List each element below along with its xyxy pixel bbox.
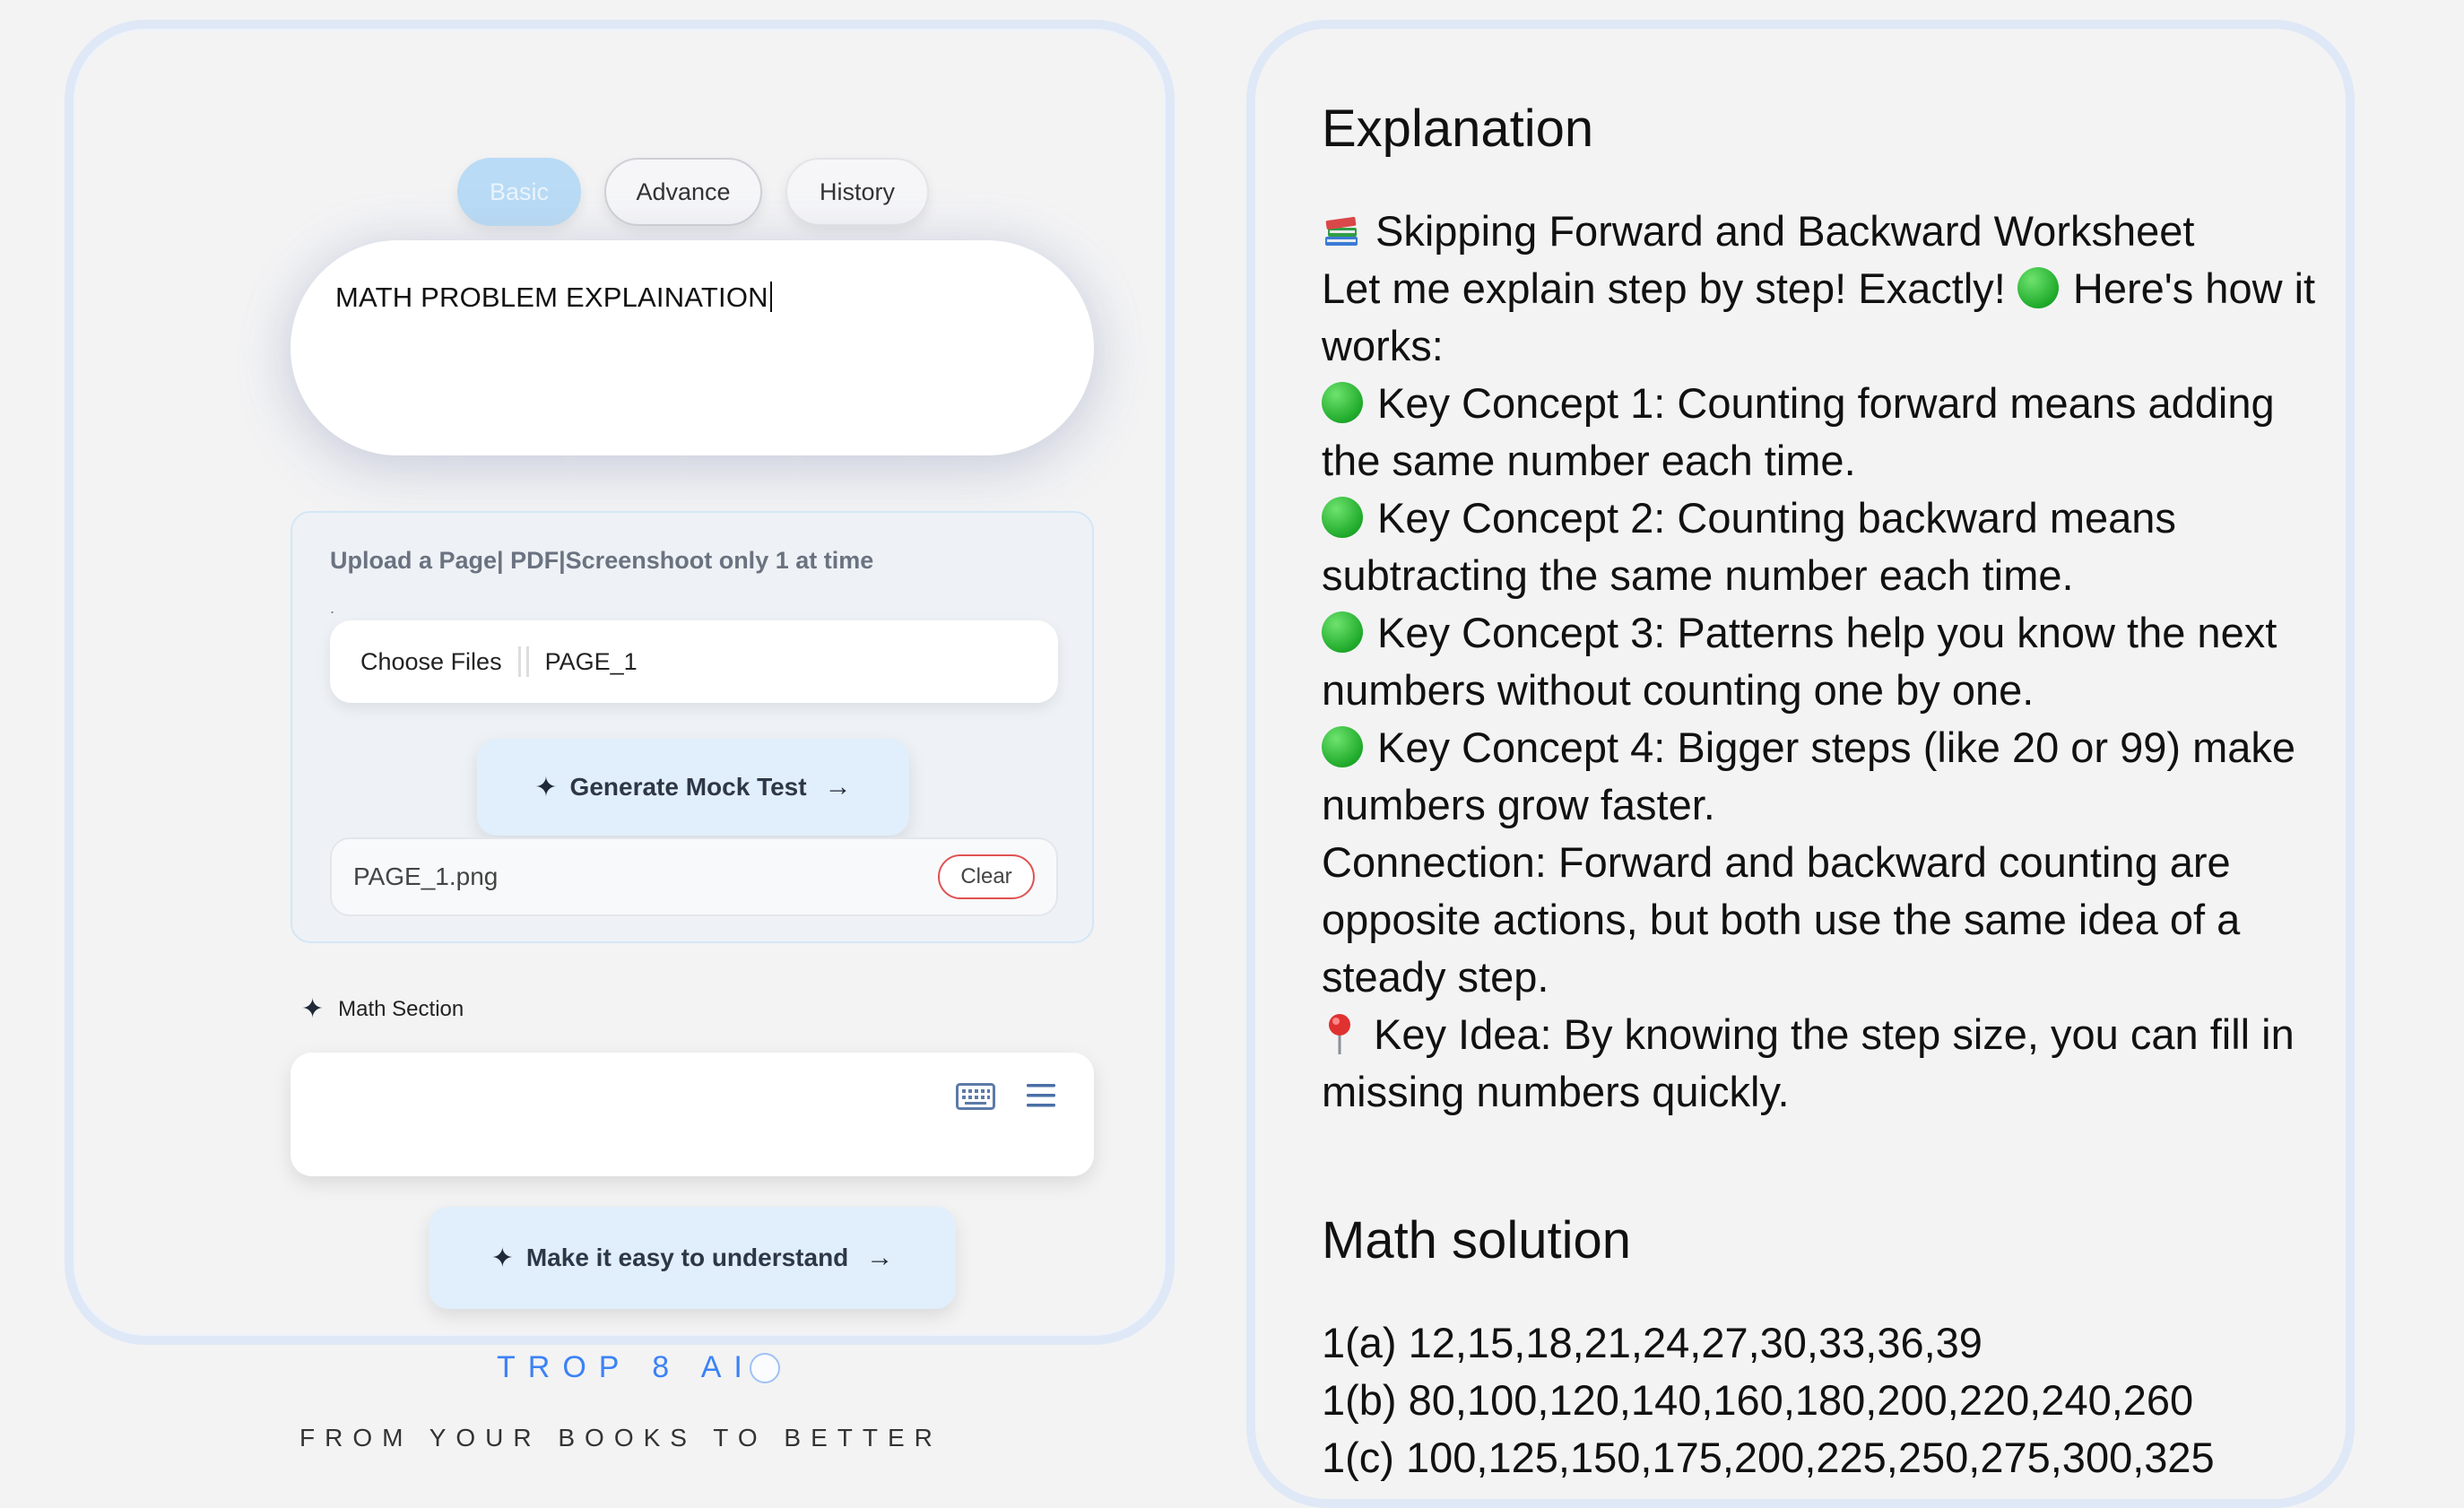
brand-tagline: FROM YOUR BOOKS TO BETTER [299, 1424, 942, 1452]
sparkle-icon: ✦ [534, 772, 558, 802]
output-panel: Explanation Skipping Forward and Backwar… [1246, 20, 2355, 1508]
explanation-line: Key Idea: By knowing the step size, you … [1322, 1010, 2295, 1115]
explanation-line: Key Concept 2: Counting backward means s… [1322, 494, 2176, 599]
solution-line: 1(a) 12,15,18,21,24,27,30,33,36,39 [1322, 1319, 1982, 1366]
arrow-right-icon: → [824, 772, 852, 802]
chosen-file-name: PAGE_1 [544, 647, 638, 675]
choose-files-button[interactable]: Choose Files [360, 648, 502, 676]
upload-label: Upload a Page| PDF|Screenshoot only 1 at… [330, 547, 874, 574]
generate-mock-test-label: Generate Mock Test [569, 773, 807, 801]
explanation-line: Key Concept 3: Patterns help you know th… [1322, 609, 2277, 714]
green-circle-icon [1322, 382, 1363, 423]
math-section-text: Math Section [338, 996, 464, 1021]
green-circle-icon [1322, 497, 1363, 538]
mode-tabs: Basic Advance History [457, 158, 929, 226]
explanation-line: Connection: Forward and backward countin… [1322, 838, 2241, 1001]
sparkle-icon: ✦ [301, 994, 325, 1024]
text-caret [769, 282, 772, 312]
tab-history[interactable]: History [785, 158, 929, 226]
sparkle-icon: ✦ [490, 1243, 514, 1273]
green-circle-icon [1322, 726, 1363, 767]
clear-button[interactable]: Clear [938, 854, 1035, 899]
brand-name: TROP 8 AI [497, 1350, 780, 1385]
brand-text: TROP 8 AI [497, 1350, 755, 1384]
pin-icon [1329, 1014, 1350, 1054]
menu-icon[interactable] [1026, 1081, 1056, 1110]
upload-card: Upload a Page| PDF|Screenshoot only 1 at… [291, 511, 1094, 943]
tab-advance[interactable]: Advance [604, 158, 762, 226]
uploaded-file-row: PAGE_1.png Clear [330, 837, 1058, 916]
file-separator [517, 646, 529, 677]
make-it-easy-button[interactable]: ✦ Make it easy to understand → [429, 1207, 956, 1309]
solution-title: Math solution [1322, 1211, 1631, 1270]
tab-basic[interactable]: Basic [457, 158, 581, 226]
explanation-line: Let me explain step by step! Exactly! He… [1322, 264, 2316, 369]
input-panel: Basic Advance History MATH PROBLEM EXPLA… [65, 20, 1175, 1345]
books-icon [1325, 216, 1358, 246]
math-input[interactable] [291, 1053, 1094, 1176]
solution-body: 1(a) 12,15,18,21,24,27,30,33,36,39 1(b) … [1322, 1314, 2215, 1486]
circle-icon [749, 1352, 780, 1383]
keyboard-icon[interactable] [956, 1083, 995, 1110]
generate-mock-test-button[interactable]: ✦ Generate Mock Test → [477, 739, 909, 836]
explanation-title: Explanation [1322, 100, 1594, 158]
file-input[interactable]: Choose Files PAGE_1 [330, 620, 1058, 703]
math-section-label: ✦ Math Section [301, 993, 464, 1025]
upload-dot: . [330, 599, 335, 617]
explanation-line: Key Concept 1: Counting forward means ad… [1322, 379, 2275, 484]
explanation-line: Key Concept 4: Bigger steps (like 20 or … [1322, 724, 2296, 828]
prompt-text: MATH PROBLEM EXPLAINATION [335, 282, 772, 314]
explanation-body: Skipping Forward and Backward Worksheet … [1322, 203, 2317, 1121]
prompt-input[interactable]: MATH PROBLEM EXPLAINATION [291, 240, 1094, 455]
solution-line: 1(c) 100,125,150,175,200,225,250,275,300… [1322, 1434, 2215, 1481]
green-circle-icon [1322, 611, 1363, 653]
solution-line: 1(b) 80,100,120,140,160,180,200,220,240,… [1322, 1376, 2194, 1424]
explanation-line: Skipping Forward and Backward Worksheet [1322, 207, 2194, 255]
green-circle-icon [2017, 267, 2059, 308]
make-it-easy-label: Make it easy to understand [525, 1244, 849, 1271]
uploaded-file-name: PAGE_1.png [353, 862, 499, 890]
arrow-right-icon: → [866, 1243, 894, 1272]
